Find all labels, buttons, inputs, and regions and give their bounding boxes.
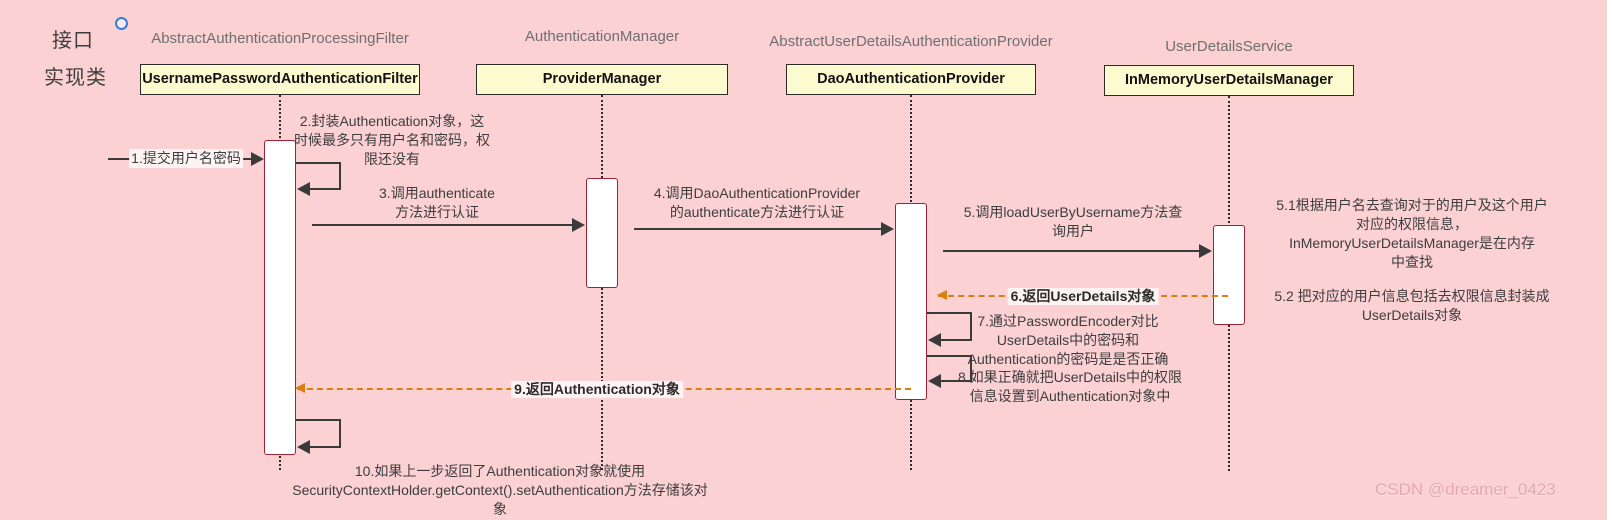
- message-7-arrowhead-icon: [928, 333, 941, 347]
- message-3-arrowhead-icon: [572, 218, 585, 232]
- message-9-label: 9.返回Authentication对象: [511, 381, 683, 398]
- message-10-arrowhead-icon: [297, 440, 310, 454]
- message-3-line: [312, 224, 578, 226]
- message-3-label: 3.调用authenticate 方法进行认证: [379, 185, 495, 220]
- message-5-line: [943, 250, 1205, 252]
- lifeline-header-0[interactable]: UsernamePasswordAuthenticationFilter: [140, 64, 420, 95]
- label-interface: 接口: [52, 30, 94, 52]
- message-1-label: 1.提交用户名密码: [129, 149, 243, 168]
- activation-bar-1: [586, 178, 618, 288]
- watermark: CSDN @dreamer_0423: [1375, 480, 1556, 499]
- lifeline-stereotype-2: AbstractUserDetailsAuthenticationProvide…: [769, 33, 1053, 50]
- message-6-label: 6.返回UserDetails对象: [1007, 288, 1159, 305]
- lifeline-header-2[interactable]: DaoAuthenticationProvider: [786, 64, 1036, 95]
- lifeline-stereotype-3: UserDetailsService: [1165, 38, 1293, 55]
- lifeline-stereotype-1: AuthenticationManager: [524, 28, 680, 45]
- label-implementation: 实现类: [44, 67, 107, 89]
- message-7-label: 7.通过PasswordEncoder对比 UserDetails中的密码和 A…: [967, 313, 1169, 367]
- message-6-arrowhead-icon: [937, 290, 947, 300]
- message-5-arrowhead-icon: [1199, 244, 1212, 258]
- message-1-arrowhead-icon: [251, 152, 264, 166]
- note-5-2: 5.2 把对应的用户信息包括去权限信息封装成 UserDetails对象: [1274, 288, 1550, 323]
- activation-bar-0: [264, 140, 296, 455]
- message-10-selfcall: [296, 419, 341, 454]
- message-4-arrowhead-icon: [881, 222, 894, 236]
- message-5-label: 5.调用loadUserByUsername方法查 询用户: [963, 204, 1183, 239]
- message-2-arrowhead-icon: [297, 182, 310, 196]
- message-4-label: 4.调用DaoAuthenticationProvider 的authentic…: [653, 185, 861, 220]
- lifeline-header-1[interactable]: ProviderManager: [476, 64, 728, 95]
- activation-bar-2: [895, 203, 927, 400]
- interface-marker-icon: [115, 17, 128, 30]
- message-4-line: [634, 228, 887, 230]
- note-10: 10.如果上一步返回了Authentication对象就使用 SecurityC…: [292, 463, 708, 517]
- lifeline-stereotype-0: AbstractAuthenticationProcessingFilter: [151, 30, 409, 47]
- message-8-label: 8.如果正确就把UserDetails中的权限 信息设置到Authenticat…: [957, 369, 1183, 404]
- lifeline-header-3[interactable]: InMemoryUserDetailsManager: [1104, 65, 1354, 96]
- message-9-arrowhead-icon: [295, 383, 305, 393]
- note-5-1: 5.1根据用户名去查询对于的用户及这个用户 对应的权限信息， InMemoryU…: [1276, 197, 1548, 270]
- message-2-label: 2.封装Authentication对象，这 时候最多只有用户名和密码，权 限还…: [294, 113, 490, 167]
- sequence-diagram-canvas: 接口 实现类 AbstractAuthenticationProcessingF…: [0, 0, 1607, 520]
- message-8-arrowhead-icon: [928, 374, 941, 388]
